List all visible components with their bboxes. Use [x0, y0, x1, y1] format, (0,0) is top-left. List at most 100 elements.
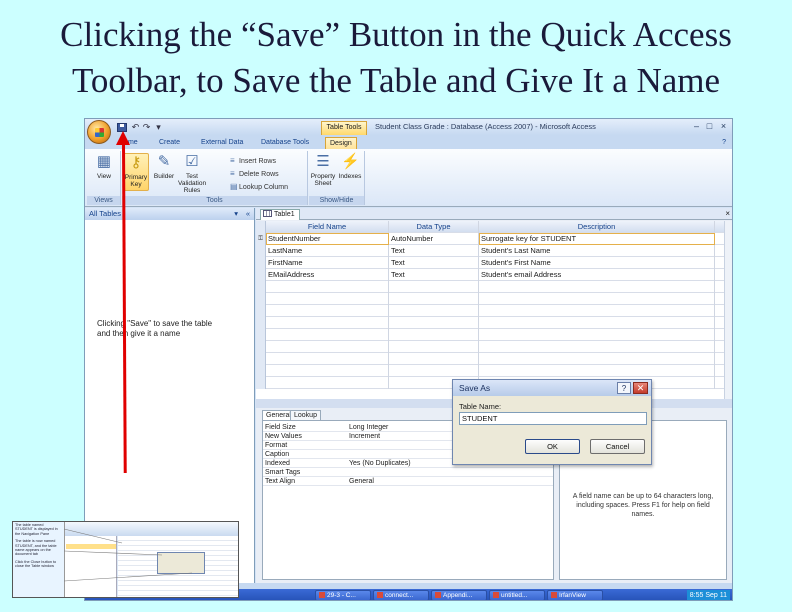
table-row[interactable] [256, 317, 724, 329]
field-name-cell[interactable] [266, 329, 389, 341]
row-selector[interactable] [256, 293, 266, 305]
row-selector[interactable] [256, 329, 266, 341]
table-row[interactable]: FirstName Text Student's First Name [256, 257, 724, 269]
primary-key-button[interactable]: ⚷ Primary Key [123, 153, 149, 191]
row-selector[interactable] [256, 353, 266, 365]
table-row[interactable] [256, 305, 724, 317]
test-validation-button[interactable]: ☑ Test Validation Rules [178, 153, 206, 194]
data-type-cell[interactable] [389, 365, 479, 377]
property-row[interactable]: Smart Tags [263, 468, 553, 477]
table-row[interactable] [256, 293, 724, 305]
description-cell[interactable]: Student's email Address [479, 269, 715, 281]
row-selector[interactable] [256, 257, 266, 269]
taskbar-item[interactable]: connect... [373, 590, 429, 600]
description-cell[interactable] [479, 341, 715, 353]
property-value[interactable]: General [349, 477, 374, 486]
primary-key-icon[interactable]: ⚿ [256, 233, 266, 245]
description-cell[interactable]: Student's Last Name [479, 245, 715, 257]
table-row[interactable] [256, 341, 724, 353]
document-tab-table1[interactable]: Table1 [260, 209, 300, 220]
field-name-cell[interactable] [266, 281, 389, 293]
field-name-cell[interactable] [266, 317, 389, 329]
close-icon[interactable]: ✕ [633, 382, 648, 394]
office-button-icon[interactable] [87, 120, 111, 144]
description-cell[interactable] [479, 305, 715, 317]
field-name-cell[interactable]: StudentNumber [266, 233, 389, 245]
lookup-column-button[interactable]: ▤Lookup Column [230, 181, 288, 192]
table-row[interactable] [256, 365, 724, 377]
description-cell[interactable] [479, 365, 715, 377]
field-name-cell[interactable]: EMailAddress [266, 269, 389, 281]
vertical-scrollbar[interactable] [724, 221, 732, 399]
tab-create[interactable]: Create [155, 137, 184, 149]
close-document-button[interactable]: × [725, 208, 730, 220]
row-selector[interactable] [256, 305, 266, 317]
row-selector[interactable] [256, 269, 266, 281]
table-name-input[interactable] [459, 412, 647, 425]
table-row[interactable] [256, 353, 724, 365]
taskbar-item[interactable]: Appendi... [431, 590, 487, 600]
help-icon[interactable]: ? [718, 137, 730, 149]
table-row[interactable]: ⚿ StudentNumber AutoNumber Surrogate key… [256, 233, 724, 245]
description-cell[interactable] [479, 317, 715, 329]
redo-icon[interactable]: ↷ [141, 122, 152, 132]
field-name-cell[interactable] [266, 365, 389, 377]
property-sheet-button[interactable]: ☰ Property Sheet [310, 153, 336, 187]
row-selector[interactable] [256, 341, 266, 353]
view-button[interactable]: ▦ View [91, 153, 117, 180]
field-name-cell[interactable] [266, 377, 389, 389]
description-cell[interactable] [479, 293, 715, 305]
taskbar-item[interactable]: 29-3 - C... [315, 590, 371, 600]
field-name-cell[interactable] [266, 293, 389, 305]
collapse-pane-icon[interactable]: « [246, 208, 250, 220]
row-selector[interactable] [256, 245, 266, 257]
close-button[interactable]: × [718, 121, 729, 132]
data-type-cell[interactable] [389, 353, 479, 365]
field-name-cell[interactable] [266, 341, 389, 353]
row-selector[interactable] [256, 365, 266, 377]
description-cell[interactable] [479, 329, 715, 341]
cancel-button[interactable]: Cancel [590, 439, 645, 454]
row-selector[interactable] [256, 281, 266, 293]
row-selector[interactable] [256, 377, 266, 389]
delete-rows-button[interactable]: ≡ Delete Rows [230, 168, 279, 179]
minimize-button[interactable]: – [691, 121, 702, 132]
taskbar-item[interactable]: IrfanView [547, 590, 603, 600]
property-value[interactable]: Increment [349, 432, 380, 441]
property-value[interactable]: Long Integer [349, 423, 388, 432]
indexes-button[interactable]: ⚡ Indexes [337, 153, 363, 180]
field-name-cell[interactable]: LastName [266, 245, 389, 257]
nav-pane-header[interactable]: All Tables ▾ « [85, 208, 254, 220]
description-cell[interactable]: Surrogate key for STUDENT [479, 233, 715, 245]
property-row[interactable]: Text Align General [263, 477, 553, 486]
tab-lookup[interactable]: Lookup [290, 410, 321, 420]
tab-design[interactable]: Design [325, 137, 357, 149]
chevron-down-icon[interactable]: ▾ [234, 208, 238, 220]
insert-rows-button[interactable]: ≡ Insert Rows [230, 155, 276, 166]
data-type-cell[interactable]: AutoNumber [389, 233, 479, 245]
dialog-title-bar[interactable]: Save As ? ✕ [453, 380, 651, 396]
qat-customize-icon[interactable]: ▾ [153, 122, 164, 132]
data-type-cell[interactable] [389, 293, 479, 305]
description-cell[interactable] [479, 353, 715, 365]
field-name-cell[interactable] [266, 353, 389, 365]
maximize-button[interactable]: □ [704, 121, 715, 132]
description-cell[interactable]: Student's First Name [479, 257, 715, 269]
ok-button[interactable]: OK [525, 439, 580, 454]
data-type-cell[interactable] [389, 341, 479, 353]
row-selector[interactable] [256, 317, 266, 329]
help-icon[interactable]: ? [617, 382, 631, 394]
data-type-cell[interactable]: Text [389, 257, 479, 269]
tab-external-data[interactable]: External Data [197, 137, 247, 149]
description-cell[interactable] [479, 281, 715, 293]
data-type-cell[interactable]: Text [389, 269, 479, 281]
data-type-cell[interactable] [389, 281, 479, 293]
field-name-cell[interactable] [266, 305, 389, 317]
tab-database-tools[interactable]: Database Tools [257, 137, 313, 149]
property-value[interactable]: Yes (No Duplicates) [349, 459, 411, 468]
data-type-cell[interactable] [389, 305, 479, 317]
data-type-cell[interactable]: Text [389, 245, 479, 257]
table-row[interactable] [256, 281, 724, 293]
data-type-cell[interactable] [389, 329, 479, 341]
undo-icon[interactable]: ↶ [130, 122, 141, 132]
